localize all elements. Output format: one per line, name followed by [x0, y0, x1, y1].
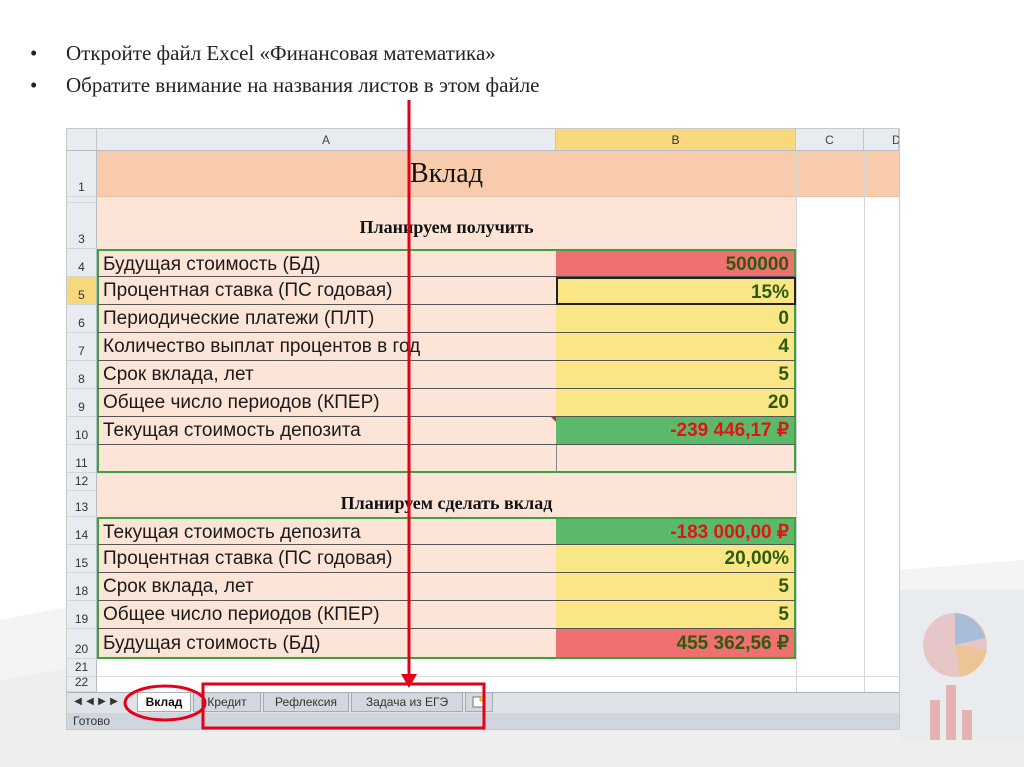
row-header[interactable]: 12: [67, 473, 97, 491]
column-header-c[interactable]: C: [796, 129, 864, 151]
tab-kredit[interactable]: Кредит: [193, 693, 261, 712]
title-banner[interactable]: Вклад: [97, 151, 899, 197]
row-header[interactable]: 10: [67, 417, 97, 445]
bullet-item: • Обратите внимание на названия листов в…: [30, 70, 540, 102]
row-header[interactable]: 14: [67, 517, 97, 545]
row-header-selected[interactable]: 5: [67, 277, 97, 305]
value-cell[interactable]: 4: [556, 333, 796, 361]
label-cell[interactable]: Общее число периодов (КПЕР): [97, 601, 556, 629]
empty-row[interactable]: [97, 677, 899, 692]
new-sheet-icon[interactable]: [465, 693, 493, 712]
sheet-title: Вклад: [410, 158, 483, 189]
row-header[interactable]: 11: [67, 445, 97, 473]
label-cell[interactable]: Текущая стоимость депозита: [97, 417, 556, 445]
label-cell[interactable]: Процентная ставка (ПС годовая): [97, 545, 556, 573]
column-header-a[interactable]: A: [97, 129, 556, 151]
value-cell[interactable]: 5: [556, 361, 796, 389]
value-cell[interactable]: 0: [556, 305, 796, 333]
status-bar: Готово: [67, 713, 899, 729]
value-cell[interactable]: -183 000,00 ₽: [556, 517, 796, 545]
label-cell[interactable]: Количество выплат процентов в год: [97, 333, 556, 361]
tab-vklad[interactable]: Вклад: [137, 693, 191, 712]
bullet-text: Откройте файл Excel «Финансовая математи…: [66, 41, 496, 65]
value-cell[interactable]: 5: [556, 573, 796, 601]
next-sheet-nav-icon[interactable]: ▶: [97, 696, 107, 707]
bullet-item: • Откройте файл Excel «Финансовая матема…: [30, 38, 540, 70]
row-header[interactable]: 15: [67, 545, 97, 573]
first-sheet-nav-icon[interactable]: ◀: [73, 696, 83, 707]
bullet-glyph: •: [30, 73, 38, 97]
label-cell[interactable]: Процентная ставка (ПС годовая): [97, 277, 556, 305]
section2-title: Планируем сделать вклад: [340, 493, 553, 513]
row-header[interactable]: 7: [67, 333, 97, 361]
row-header[interactable]: 4: [67, 249, 97, 277]
value-cell[interactable]: -239 446,17 ₽: [556, 417, 796, 445]
empty-cell[interactable]: [97, 445, 556, 473]
prev-sheet-nav-icon[interactable]: ◀: [85, 696, 95, 707]
value-cell[interactable]: 455 362,56 ₽: [556, 629, 796, 659]
sheet-tab-bar: ◀ ◀ ▶ ▶ Вклад Кредит Рефлексия Задача из…: [67, 692, 899, 713]
row-header[interactable]: 9: [67, 389, 97, 417]
tab-zadacha-ege[interactable]: Задача из ЕГЭ: [351, 693, 463, 712]
column-header-b[interactable]: B: [556, 129, 796, 151]
gridline: [796, 151, 797, 692]
tab-refleksiya[interactable]: Рефлексия: [263, 693, 349, 712]
column-header-d[interactable]: D: [864, 129, 899, 151]
row-header[interactable]: 6: [67, 305, 97, 333]
excel-sheet: A B C D 1 Вклад 3 Планируем получить 4 Б…: [66, 128, 900, 730]
value-cell[interactable]: 5: [556, 601, 796, 629]
spacer-row[interactable]: [97, 473, 796, 491]
value-cell[interactable]: 20: [556, 389, 796, 417]
empty-cell[interactable]: [556, 445, 796, 473]
row-header[interactable]: 22: [67, 675, 97, 692]
label-cell[interactable]: Общее число периодов (КПЕР): [97, 389, 556, 417]
section-title-row[interactable]: Планируем получить: [97, 203, 796, 249]
empty-row[interactable]: [97, 659, 899, 677]
value-cell-active[interactable]: 15%: [556, 277, 796, 305]
slide-bullet-list: • Откройте файл Excel «Финансовая матема…: [30, 38, 540, 102]
row-header[interactable]: 8: [67, 361, 97, 389]
bullet-glyph: •: [30, 41, 38, 65]
section-title-row[interactable]: Планируем сделать вклад: [97, 491, 796, 517]
row-header[interactable]: 20: [67, 629, 97, 659]
select-all-corner[interactable]: [67, 129, 97, 151]
value-cell[interactable]: 500000: [556, 249, 796, 277]
label-cell[interactable]: Текущая стоимость депозита: [97, 517, 556, 545]
gridline: [864, 151, 865, 692]
bullet-text: Обратите внимание на названия листов в э…: [66, 73, 540, 97]
label-cell[interactable]: Периодические платежи (ПЛТ): [97, 305, 556, 333]
row-header[interactable]: 3: [67, 203, 97, 249]
last-sheet-nav-icon[interactable]: ▶: [109, 696, 119, 707]
label-cell[interactable]: Срок вклада, лет: [97, 573, 556, 601]
row-header[interactable]: 18: [67, 573, 97, 601]
label-cell[interactable]: Будущая стоимость (БД): [97, 249, 556, 277]
label-cell[interactable]: Будущая стоимость (БД): [97, 629, 556, 659]
label-cell[interactable]: Срок вклада, лет: [97, 361, 556, 389]
row-header[interactable]: 13: [67, 491, 97, 517]
row-header[interactable]: 19: [67, 601, 97, 629]
row-header[interactable]: 1: [67, 151, 97, 197]
value-cell[interactable]: 20,00%: [556, 545, 796, 573]
section1-title: Планируем получить: [359, 217, 534, 237]
